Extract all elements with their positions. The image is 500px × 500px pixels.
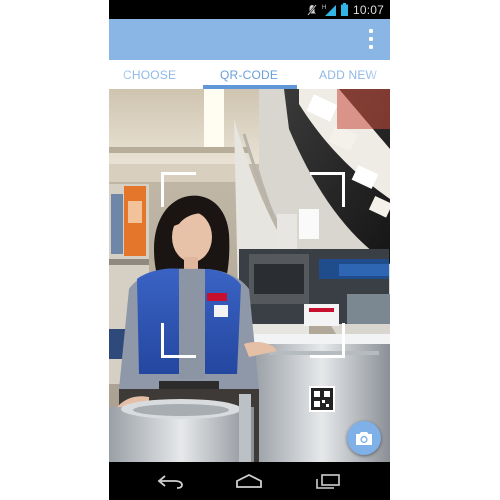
mute-icon <box>307 3 317 16</box>
nav-bar <box>109 462 390 500</box>
back-icon <box>157 475 183 489</box>
tab-qr-code[interactable]: QR-CODE <box>220 68 278 82</box>
status-icons: H 10:07 <box>307 2 384 17</box>
action-bar <box>109 19 390 60</box>
back-button[interactable] <box>155 470 187 492</box>
tab-bar: CHOOSE QR-CODE ADD NEW <box>109 60 390 89</box>
recents-button[interactable] <box>312 470 344 492</box>
camera-preview[interactable] <box>109 89 390 462</box>
tab-fade-right <box>366 60 390 89</box>
viewfinder-corner-top-right <box>310 172 345 207</box>
signal-h-icon: H <box>322 5 336 16</box>
overflow-menu-icon[interactable] <box>366 28 376 50</box>
viewfinder-corner-bottom-left <box>161 323 196 358</box>
viewfinder-corner-bottom-right <box>310 323 345 358</box>
home-button[interactable] <box>233 470 265 492</box>
status-bar: H 10:07 <box>109 0 390 19</box>
viewfinder-corner-top-left <box>161 172 196 207</box>
status-time: 10:07 <box>352 2 384 17</box>
camera-icon <box>356 431 372 445</box>
phone-screen: H 10:07 CHOOSE QR-CODE ADD NEW <box>109 0 390 500</box>
tab-fade-left <box>109 60 131 89</box>
home-icon <box>236 473 262 488</box>
battery-icon <box>340 3 348 16</box>
capture-button[interactable] <box>347 421 381 455</box>
recents-icon <box>316 474 340 489</box>
camera-scene <box>109 89 390 462</box>
svg-text:H: H <box>322 5 326 11</box>
